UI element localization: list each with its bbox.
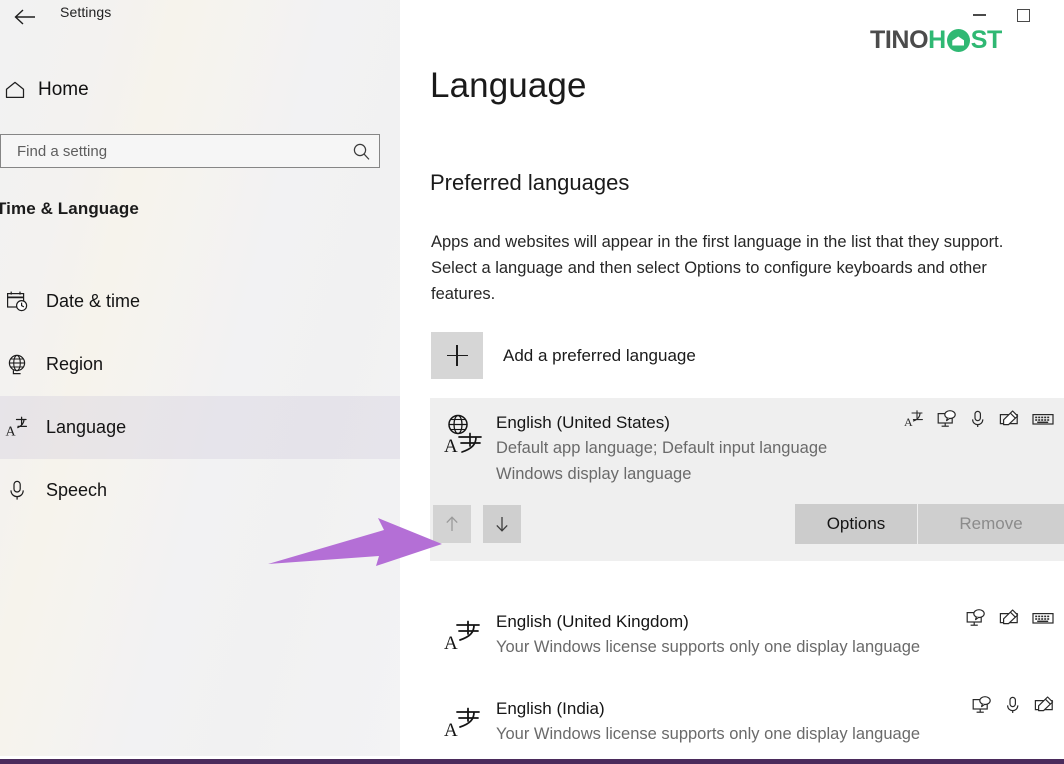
language-subtext-1: Your Windows license supports only one d… [496,725,921,743]
language-icon: A [430,410,496,487]
search-box[interactable] [0,134,380,168]
calendar-clock-icon [0,290,34,313]
minimize-icon [972,14,986,16]
bottom-strip [0,759,1064,764]
sidebar-item-date-time[interactable]: Date & time [0,270,400,333]
sidebar-item-language[interactable]: A Language [0,396,400,459]
brand-globe-icon [946,29,970,52]
tinohost-logo: TINO H ST [870,26,1002,55]
language-icon: A [430,609,496,660]
home-icon [0,80,30,100]
sidebar-section-title: Time & Language [0,199,139,218]
language-subtext-1: Your Windows license supports only one d… [496,638,921,656]
language-subtext-2: Windows display language [496,465,692,483]
arrow-down-icon [496,517,508,532]
svg-text:A: A [6,425,17,440]
display-icon[interactable] [972,696,992,714]
sidebar-item-region[interactable]: Region [0,333,400,396]
svg-text:A: A [904,415,913,428]
sidebar-item-label-region: Region [46,354,104,374]
language-card-uk[interactable]: A English (United Kingdom) Your Windows … [430,597,1064,668]
sidebar-titlebar: Settings [0,0,400,38]
sidebar-nav-list: Date & time Region A Language Speech [0,270,400,522]
svg-text:A: A [444,436,458,456]
add-preferred-language-label: Add a preferred language [503,345,696,365]
settings-window: Settings Home Time & Language [0,0,1064,764]
brand-text-st: ST [970,26,1003,54]
move-down-button[interactable] [483,505,521,543]
remove-button: Remove [918,504,1064,544]
maximize-button[interactable] [1000,0,1046,30]
brand-text-h: H [928,26,946,54]
keyboard-icon[interactable] [1032,609,1054,627]
sidebar-item-speech[interactable]: Speech [0,459,400,522]
sidebar-item-home[interactable]: Home [0,73,400,107]
brand-text-tino: TINO [870,26,929,54]
pen-icon[interactable] [1034,696,1054,714]
language-row[interactable]: A English (India) Your Windows license s… [430,684,1064,755]
microphone-icon [0,479,34,502]
plus-icon [431,332,483,379]
microphone-icon[interactable] [970,410,986,428]
language-capability-icons [972,696,1054,714]
page-title: Language [430,66,587,105]
main-panel: TINO H ST Language Preferred languages App… [400,0,1064,756]
language-row[interactable]: A English (United States) Default app la… [430,398,1064,495]
search-icon[interactable] [343,135,379,167]
language-row[interactable]: A English (United Kingdom) Your Windows … [430,597,1064,668]
pen-icon[interactable] [999,410,1019,428]
add-preferred-language-button[interactable]: Add a preferred language [431,332,696,379]
pen-icon[interactable] [999,609,1019,627]
language-card-india[interactable]: A English (India) Your Windows license s… [430,684,1064,755]
globe-icon [0,353,34,376]
sidebar-item-label-date-time: Date & time [46,291,141,311]
keyboard-icon[interactable] [1032,410,1054,428]
language-icon: A [0,416,34,439]
display-icon[interactable] [937,410,957,428]
maximize-icon [1016,8,1030,22]
language-icon: A [430,696,496,747]
arrow-up-icon [446,516,458,531]
language-capability-icons: A [904,410,1054,428]
display-icon[interactable] [966,609,986,627]
microphone-icon[interactable] [1005,696,1021,714]
language-subtext-1: Default app language; Default input lang… [496,439,828,457]
sidebar-item-label-language: Language [46,417,127,437]
translate-icon[interactable]: A [904,410,924,428]
search-input[interactable] [1,142,343,160]
options-button[interactable]: Options [795,504,917,544]
sidebar-item-label-speech: Speech [46,480,108,500]
app-title: Settings [60,4,112,20]
sidebar: Settings Home Time & Language [0,0,400,756]
svg-text:A: A [444,633,458,653]
svg-text:A: A [444,720,458,740]
back-arrow-icon[interactable] [6,2,44,32]
language-card-actions: Options Remove [430,495,1064,561]
move-up-button[interactable] [433,505,471,543]
section-heading-preferred-languages: Preferred languages [430,170,630,195]
language-card-selected[interactable]: A English (United States) Default app la… [430,398,1064,561]
section-description: Apps and websites will appear in the fir… [431,233,1004,303]
sidebar-item-label-home: Home [38,79,89,100]
language-capability-icons [966,609,1054,627]
